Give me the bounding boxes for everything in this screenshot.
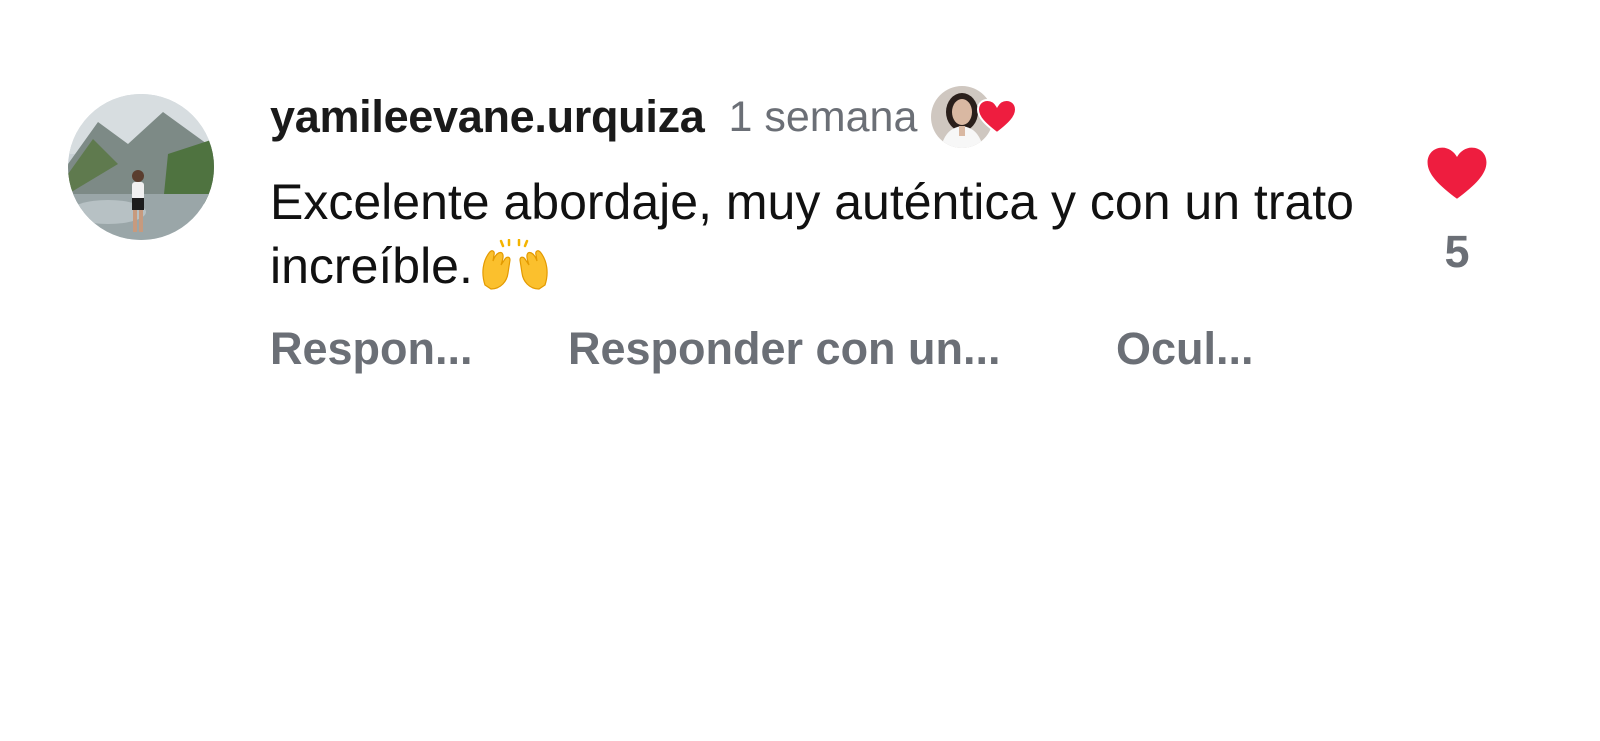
comment-body: Excelente abordaje, muy auténtica y con …: [270, 174, 1354, 294]
reply-with-button[interactable]: Responder con un...: [568, 318, 1116, 380]
raising-hands-icon: [479, 238, 551, 306]
creator-liked-badge: [931, 85, 1021, 149]
creator-heart-icon: [977, 99, 1018, 135]
comment-actions: Respon... Responder con un... Ocul...: [270, 318, 1254, 380]
timestamp: 1 semana: [728, 92, 918, 141]
reply-button[interactable]: Respon...: [270, 318, 568, 380]
username[interactable]: yamileevane.urquiza: [270, 91, 705, 143]
hide-button[interactable]: Ocul...: [1116, 318, 1254, 380]
comment-meta: yamileevane.urquiza 1 semana: [270, 86, 1021, 148]
comment-text: Excelente abordaje, muy auténtica y con …: [270, 170, 1360, 306]
heart-icon[interactable]: [1426, 146, 1488, 202]
like-count: 5: [1444, 226, 1470, 277]
commenter-avatar[interactable]: [68, 94, 214, 240]
like-control: 5: [1416, 146, 1498, 278]
comment-item: yamileevane.urquiza 1 semana Excelente a…: [0, 0, 1600, 741]
